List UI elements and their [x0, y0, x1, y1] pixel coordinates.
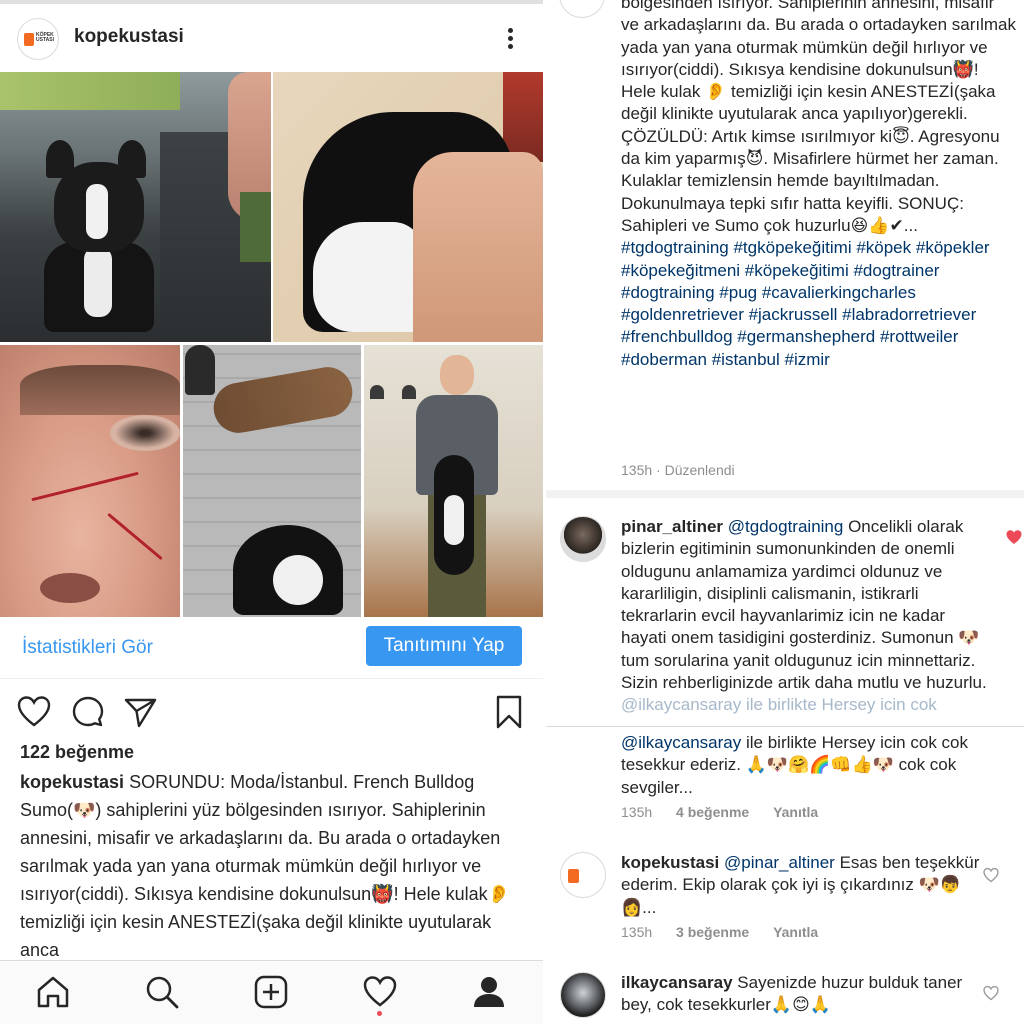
- comment-like-count[interactable]: 4 beğenme: [676, 804, 749, 820]
- activity-notification-dot: [377, 1011, 382, 1016]
- post-screen: KÖPEK USTASI kopekustasi İstatistikleri …: [0, 0, 543, 1024]
- comment-continuation: @ilkaycansaray ile birlikte Hersey icin …: [546, 727, 1024, 837]
- heart-icon[interactable]: [982, 866, 1000, 884]
- comments-screen: bölgesinden ısırıyor. Sahiplerinin annes…: [546, 0, 1024, 1024]
- search-icon[interactable]: [143, 973, 181, 1011]
- profile-icon[interactable]: [470, 973, 508, 1011]
- comment-text: ilkaycansaray Sayenizde huzur bulduk tan…: [621, 972, 991, 1017]
- caption-text: SORUNDU: Moda/İstanbul. French Bulldog S…: [20, 772, 511, 956]
- post-photo-collage[interactable]: [0, 72, 543, 617]
- comment-username[interactable]: ilkaycansaray: [621, 973, 733, 992]
- comment-body: Oncelikli olarak bizlerin egitiminin sum…: [621, 517, 987, 693]
- caption-username[interactable]: kopekustasi: [20, 772, 124, 792]
- avatar[interactable]: KÖPEK USTASI: [17, 18, 59, 60]
- reply-button[interactable]: Yanıtla: [773, 924, 818, 940]
- avatar[interactable]: [559, 0, 605, 18]
- promote-button[interactable]: Tanıtımını Yap: [366, 626, 522, 666]
- post-action-bar: [0, 684, 543, 740]
- home-icon[interactable]: [34, 973, 72, 1011]
- avatar-logo-text: KÖPEK USTASI: [36, 32, 54, 43]
- photo-street-dogs: [183, 345, 361, 617]
- comment-username[interactable]: kopekustasi: [621, 853, 719, 872]
- comment-overflow-text: @ilkaycansaray ile birlikte Hersey icin …: [621, 695, 937, 715]
- activity-heart-icon[interactable]: [361, 973, 399, 1011]
- post-caption: kopekustasi SORUNDU: Moda/İstanbul. Fren…: [20, 768, 520, 956]
- photo-man-with-dog: [364, 345, 543, 617]
- comment-meta: 135h 3 beğenme Yanıtla: [621, 924, 818, 940]
- avatar[interactable]: [560, 516, 606, 562]
- comment-time: 135h: [621, 924, 653, 940]
- caption-timestamp: 135h · Düzenlendi: [621, 462, 735, 478]
- reply-button[interactable]: Yanıtla: [773, 804, 818, 820]
- post-username[interactable]: kopekustasi: [74, 26, 184, 48]
- like-count[interactable]: 122 beğenme: [20, 742, 134, 763]
- comment-item: pinar_altiner @tgdogtraining Oncelikli o…: [546, 498, 1024, 726]
- photo-dog-in-car: [0, 72, 271, 342]
- comment-mention[interactable]: @pinar_altiner: [724, 853, 835, 872]
- comment-item: kopekustasi @pinar_altiner Esas ben teşe…: [546, 838, 1024, 958]
- comment-meta: 135h 4 beğenme Yanıtla: [621, 804, 818, 820]
- comment-text: pinar_altiner @tgdogtraining Oncelikli o…: [621, 516, 991, 717]
- comment-username[interactable]: pinar_altiner: [621, 517, 723, 536]
- heart-icon[interactable]: [982, 984, 1000, 1002]
- post-header: KÖPEK USTASI kopekustasi: [0, 4, 543, 72]
- photo-scratched-nose: [0, 345, 180, 617]
- comment-icon[interactable]: [70, 694, 106, 730]
- photo-ear-cleaning: [273, 72, 543, 342]
- comment-text: @ilkaycansaray ile birlikte Hersey icin …: [621, 732, 991, 799]
- comment-item: ilkaycansaray Sayenizde huzur bulduk tan…: [546, 958, 1024, 1024]
- bookmark-icon[interactable]: [491, 694, 527, 730]
- comment-mention[interactable]: @tgdogtraining: [728, 517, 844, 536]
- comment-time: 135h: [621, 804, 653, 820]
- full-caption-text: bölgesinden ısırıyor. Sahiplerinin annes…: [621, 0, 1016, 235]
- more-vertical-icon[interactable]: [500, 26, 520, 56]
- section-divider: [546, 490, 1024, 498]
- avatar[interactable]: [560, 852, 606, 898]
- bottom-navigation: [0, 960, 543, 1024]
- view-insights-link[interactable]: İstatistikleri Gör: [22, 637, 153, 659]
- comment-like-count[interactable]: 3 beğenme: [676, 924, 749, 940]
- logo-pin-icon: [568, 869, 579, 883]
- insights-row: İstatistikleri Gör Tanıtımını Yap: [0, 617, 543, 679]
- avatar[interactable]: [560, 972, 606, 1018]
- add-post-icon[interactable]: [252, 973, 290, 1011]
- logo-pin-icon: [24, 33, 34, 46]
- comment-mention[interactable]: @ilkaycansaray: [621, 733, 741, 752]
- full-caption: bölgesinden ısırıyor. Sahiplerinin annes…: [621, 0, 1016, 371]
- send-icon[interactable]: [122, 694, 158, 730]
- heart-icon[interactable]: [16, 694, 52, 730]
- caption-hashtags[interactable]: #tgdogtraining #tgköpekeğitimi #köpek #k…: [621, 238, 990, 368]
- comment-text: kopekustasi @pinar_altiner Esas ben teşe…: [621, 852, 991, 919]
- liked-heart-icon[interactable]: [1005, 528, 1023, 546]
